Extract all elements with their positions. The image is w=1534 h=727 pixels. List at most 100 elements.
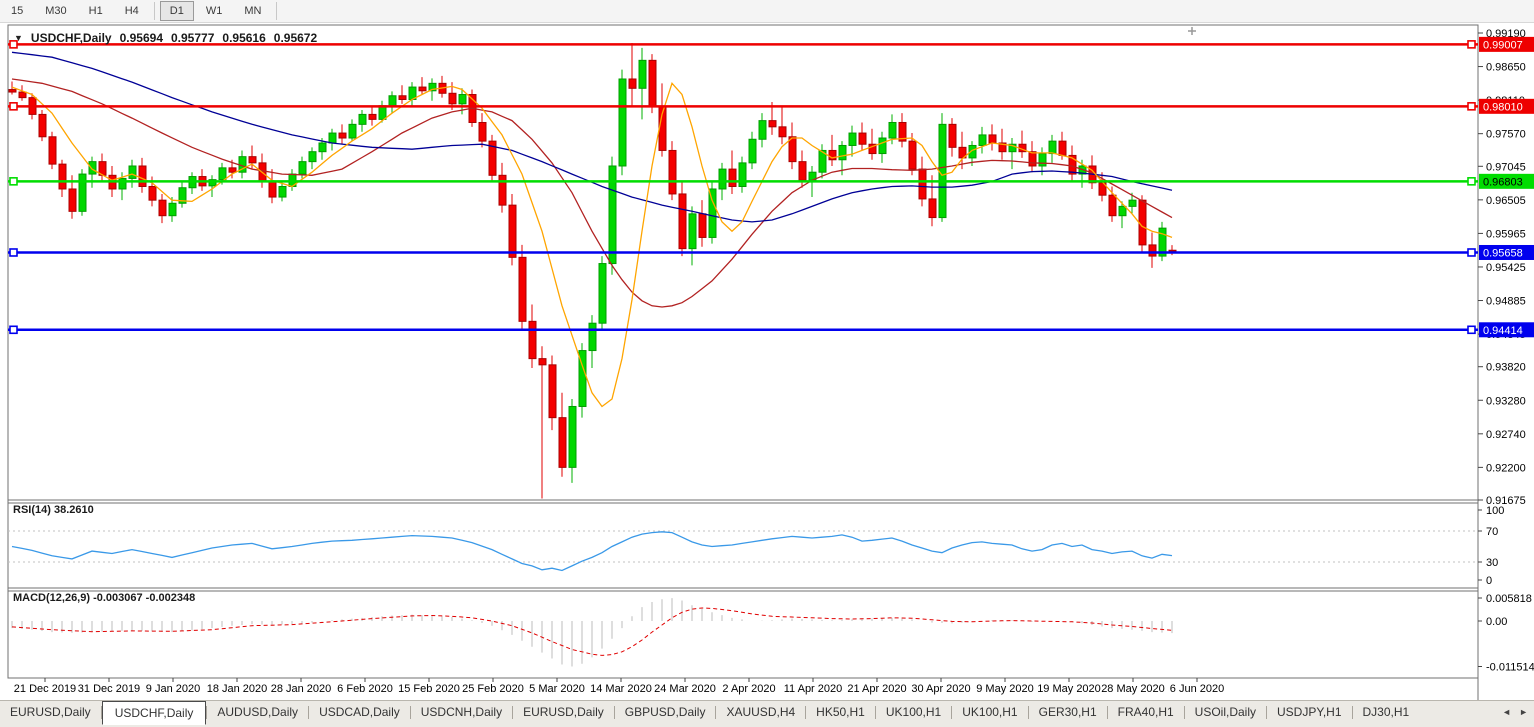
- bull-candle: [689, 214, 696, 249]
- timeframe-button-w1[interactable]: W1: [196, 1, 233, 21]
- bear-candle: [509, 205, 516, 257]
- symbol-tab-uk100-h1[interactable]: UK100,H1: [876, 702, 951, 723]
- symbol-tab-gbpusd-daily[interactable]: GBPUSD,Daily: [615, 702, 716, 723]
- price-chart-svg[interactable]: 0.991900.986500.981100.975700.970450.965…: [0, 22, 1534, 700]
- chart-title: ▼ USDCHF,Daily 0.95694 0.95777 0.95616 0…: [14, 31, 319, 45]
- macd-level-label: 0.00: [1486, 616, 1507, 628]
- date-tick-label: 15 Feb 2020: [398, 683, 460, 695]
- rsi-indicator-label: RSI(14) 38.2610: [13, 504, 94, 516]
- trading-platform-window: 15M30H1H4D1W1MN 0.991900.986500.981100.9…: [0, 0, 1534, 727]
- bear-candle: [549, 365, 556, 418]
- bull-candle: [979, 135, 986, 146]
- line-handle: [1468, 103, 1475, 110]
- timeframe-button-d1[interactable]: D1: [160, 1, 194, 21]
- symbol-tab-usdjpy-h1[interactable]: USDJPY,H1: [1267, 702, 1351, 723]
- date-tick-label: 24 Mar 2020: [654, 683, 716, 695]
- bull-candle: [379, 106, 386, 120]
- bear-candle: [909, 141, 916, 169]
- date-tick-label: 28 May 2020: [1101, 683, 1165, 695]
- bear-candle: [1059, 141, 1066, 155]
- bear-candle: [1109, 195, 1116, 216]
- timeframe-button-m30[interactable]: M30: [35, 1, 76, 21]
- bear-candle: [419, 87, 426, 91]
- price-badge-value: 0.95658: [1483, 247, 1523, 259]
- bear-candle: [449, 93, 456, 104]
- date-axis[interactable]: [45, 678, 1197, 682]
- bear-candle: [39, 114, 46, 136]
- date-tick-label: 11 Apr 2020: [784, 683, 843, 695]
- symbol-tab-xauusd-h4[interactable]: XAUUSD,H4: [716, 702, 805, 723]
- bull-candle: [939, 124, 946, 217]
- symbol-tab-eurusd-daily[interactable]: EURUSD,Daily: [0, 702, 101, 723]
- symbol-tab-usdcnh-daily[interactable]: USDCNH,Daily: [411, 702, 512, 723]
- date-tick-label: 31 Dec 2019: [78, 683, 140, 695]
- symbol-tab-dj30-h1[interactable]: DJ30,H1: [1353, 702, 1420, 723]
- price-tick-label: 0.97570: [1486, 129, 1526, 141]
- quote-low: 0.95616: [222, 31, 265, 45]
- toolbar-separator: [276, 2, 277, 20]
- date-tick-label: 2 Apr 2020: [722, 683, 775, 695]
- bull-candle: [719, 169, 726, 189]
- bull-candle: [849, 133, 856, 145]
- timeframe-button-mn[interactable]: MN: [234, 1, 271, 21]
- symbol-tab-ger30-h1[interactable]: GER30,H1: [1029, 702, 1107, 723]
- bull-candle: [309, 152, 316, 162]
- bull-candle: [279, 186, 286, 197]
- bear-candle: [499, 175, 506, 205]
- bull-candle: [889, 122, 896, 138]
- bull-candle: [639, 60, 646, 88]
- symbol-tab-eurusd-daily[interactable]: EURUSD,Daily: [513, 702, 614, 723]
- line-handle: [1468, 178, 1475, 185]
- quote-dropdown-icon[interactable]: ▼: [14, 33, 23, 43]
- price-badge-value: 0.96803: [1483, 176, 1523, 188]
- bull-candle: [1119, 206, 1126, 215]
- macd-level-label: -0.011514: [1486, 662, 1534, 674]
- scroll-tabs-left-icon[interactable]: ◄: [1502, 707, 1511, 717]
- macd-level-label: 0.005818: [1486, 593, 1532, 605]
- bear-candle: [369, 114, 376, 119]
- price-tick-label: 0.93820: [1486, 362, 1526, 374]
- bull-candle: [299, 162, 306, 174]
- bear-candle: [149, 186, 156, 200]
- symbol-tab-usoil-daily[interactable]: USOil,Daily: [1185, 702, 1266, 723]
- bear-candle: [949, 124, 956, 147]
- quote-high: 0.95777: [171, 31, 214, 45]
- timeframe-button-15[interactable]: 15: [1, 1, 33, 21]
- bear-candle: [529, 321, 536, 358]
- date-tick-label: 6 Jun 2020: [1170, 683, 1224, 695]
- bear-candle: [559, 418, 566, 468]
- bull-candle: [1129, 200, 1136, 206]
- bear-candle: [399, 96, 406, 100]
- quote-close: 0.95672: [274, 31, 317, 45]
- symbol-tab-usdcad-daily[interactable]: USDCAD,Daily: [309, 702, 410, 723]
- bull-candle: [129, 166, 136, 178]
- price-tick-label: 0.93280: [1486, 395, 1526, 407]
- chart-area[interactable]: 0.991900.986500.981100.975700.970450.965…: [0, 22, 1534, 700]
- date-tick-label: 25 Feb 2020: [462, 683, 524, 695]
- bear-candle: [519, 257, 526, 321]
- bull-candle: [389, 96, 396, 106]
- symbol-tab-fra40-h1[interactable]: FRA40,H1: [1108, 702, 1184, 723]
- price-tick-label: 0.97045: [1486, 161, 1526, 173]
- timeframe-button-h1[interactable]: H1: [79, 1, 113, 21]
- bull-candle: [319, 143, 326, 152]
- bear-candle: [339, 133, 346, 138]
- symbol-tab-audusd-daily[interactable]: AUDUSD,Daily: [207, 702, 308, 723]
- symbol-tab-usdchf-daily[interactable]: USDCHF,Daily: [102, 701, 207, 725]
- bear-candle: [1139, 200, 1146, 245]
- bull-candle: [599, 264, 606, 324]
- scroll-tabs-right-icon[interactable]: ►: [1519, 707, 1528, 717]
- bull-candle: [739, 163, 746, 187]
- bull-candle: [169, 203, 176, 215]
- line-handle: [10, 178, 17, 185]
- timeframe-button-h4[interactable]: H4: [115, 1, 149, 21]
- bear-candle: [699, 214, 706, 238]
- bull-candle: [1039, 154, 1046, 166]
- symbol-tab-hk50-h1[interactable]: HK50,H1: [806, 702, 875, 723]
- macd-pane: [1478, 598, 1482, 667]
- symbol-tab-uk100-h1[interactable]: UK100,H1: [952, 702, 1027, 723]
- bull-candle: [839, 145, 846, 159]
- bull-candle: [759, 121, 766, 140]
- bear-candle: [919, 169, 926, 199]
- price-tick-label: 0.95425: [1486, 262, 1526, 274]
